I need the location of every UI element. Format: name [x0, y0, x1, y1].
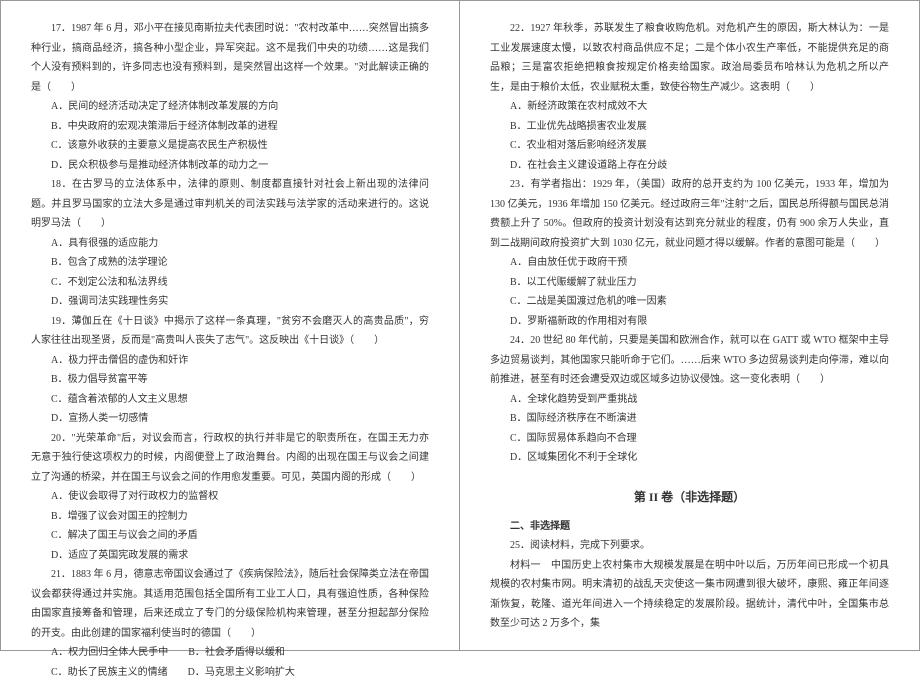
q22-opt-a: A．新经济政策在农村成效不大	[490, 97, 889, 117]
q17-opt-a: A．民间的经济活动决定了经济体制改革发展的方向	[31, 97, 429, 117]
q22-opt-d: D．在社会主义建设道路上存在分歧	[490, 156, 889, 176]
q17-opt-d: D．民众积极参与是推动经济体制改革的动力之一	[31, 156, 429, 176]
q22-opt-b: B．工业优先战略损害农业发展	[490, 117, 889, 137]
q22-stem: 22．1927 年秋季，苏联发生了粮食收购危机。对危机产生的原因，斯大林认为：一…	[490, 19, 889, 97]
right-column: 22．1927 年秋季，苏联发生了粮食收购危机。对危机产生的原因，斯大林认为：一…	[460, 1, 919, 650]
q21-opt-cd: C．助长了民族主义的情绪 D．马克思主义影响扩大	[31, 663, 429, 682]
q23-opt-c: C．二战是美国渡过危机的唯一因素	[490, 292, 889, 312]
q23-opt-a: A．自由放任优于政府干预	[490, 253, 889, 273]
q23-stem: 23．有学者指出：1929 年，（美国）政府的总开支约为 100 亿美元，193…	[490, 175, 889, 253]
q24-stem: 24．20 世纪 80 年代前，只要是美国和欧洲合作，就可以在 GATT 或 W…	[490, 331, 889, 390]
q20-opt-d: D．适应了英国宪政发展的需求	[31, 546, 429, 566]
q20-opt-b: B．增强了议会对国王的控制力	[31, 507, 429, 527]
q20-stem: 20．"光荣革命"后，对议会而言，行政权的执行并非是它的职责所在，在国王无力亦无…	[31, 429, 429, 488]
q19-opt-b: B．极力倡导贫富平等	[31, 370, 429, 390]
section-2-title: 第 II 卷（非选择题）	[490, 486, 889, 509]
q24-opt-a: A．全球化趋势受到严重挑战	[490, 390, 889, 410]
q24-opt-b: B．国际经济秩序在不断演进	[490, 409, 889, 429]
q19-opt-d: D．宣扬人类一切感情	[31, 409, 429, 429]
q23-opt-b: B．以工代赈缓解了就业压力	[490, 273, 889, 293]
q18-opt-d: D．强调司法实践理性务实	[31, 292, 429, 312]
q18-opt-b: B．包含了成熟的法学理论	[31, 253, 429, 273]
q18-opt-a: A．具有很强的适应能力	[31, 234, 429, 254]
q21-opt-ab: A．权力回归全体人民手中 B．社会矛盾得以缓和	[31, 643, 429, 663]
section-2-sub: 二、非选择题	[490, 517, 889, 537]
q25-head: 25．阅读材料，完成下列要求。	[490, 536, 889, 556]
q20-opt-c: C．解决了国王与议会之间的矛盾	[31, 526, 429, 546]
q18-stem: 18．在古罗马的立法体系中，法律的原则、制度都直接针对社会上新出现的法律问题。并…	[31, 175, 429, 234]
left-column: 17．1987 年 6 月，邓小平在接见南斯拉夫代表团时说："农村改革中……突然…	[1, 1, 460, 650]
q19-opt-c: C．蕴含着浓郁的人文主义思想	[31, 390, 429, 410]
q19-opt-a: A．极力抨击僧侣的虚伪和奸诈	[31, 351, 429, 371]
q23-opt-d: D．罗斯福新政的作用相对有限	[490, 312, 889, 332]
q17-opt-c: C．该意外收获的主要意义是提高农民生产积极性	[31, 136, 429, 156]
q24-opt-d: D．区域集团化不利于全球化	[490, 448, 889, 468]
q25-material1: 材料一 中国历史上农村集市大规模发展是在明中叶以后，万历年间已形成一个初具规模的…	[490, 556, 889, 634]
q19-stem: 19．薄伽丘在《十日谈》中揭示了这样一条真理，"贫穷不会磨灭人的高贵品质"，穷人…	[31, 312, 429, 351]
q20-opt-a: A．使议会取得了对行政权力的监督权	[31, 487, 429, 507]
q24-opt-c: C．国际贸易体系趋向不合理	[490, 429, 889, 449]
q17-opt-b: B．中央政府的宏观决策滞后于经济体制改革的进程	[31, 117, 429, 137]
q18-opt-c: C．不划定公法和私法界线	[31, 273, 429, 293]
q21-stem: 21．1883 年 6 月，德意志帝国议会通过了《疾病保险法》，随后社会保障类立…	[31, 565, 429, 643]
page-container: 17．1987 年 6 月，邓小平在接见南斯拉夫代表团时说："农村改革中……突然…	[0, 0, 920, 651]
q17-stem: 17．1987 年 6 月，邓小平在接见南斯拉夫代表团时说："农村改革中……突然…	[31, 19, 429, 97]
q22-opt-c: C．农业相对落后影响经济发展	[490, 136, 889, 156]
